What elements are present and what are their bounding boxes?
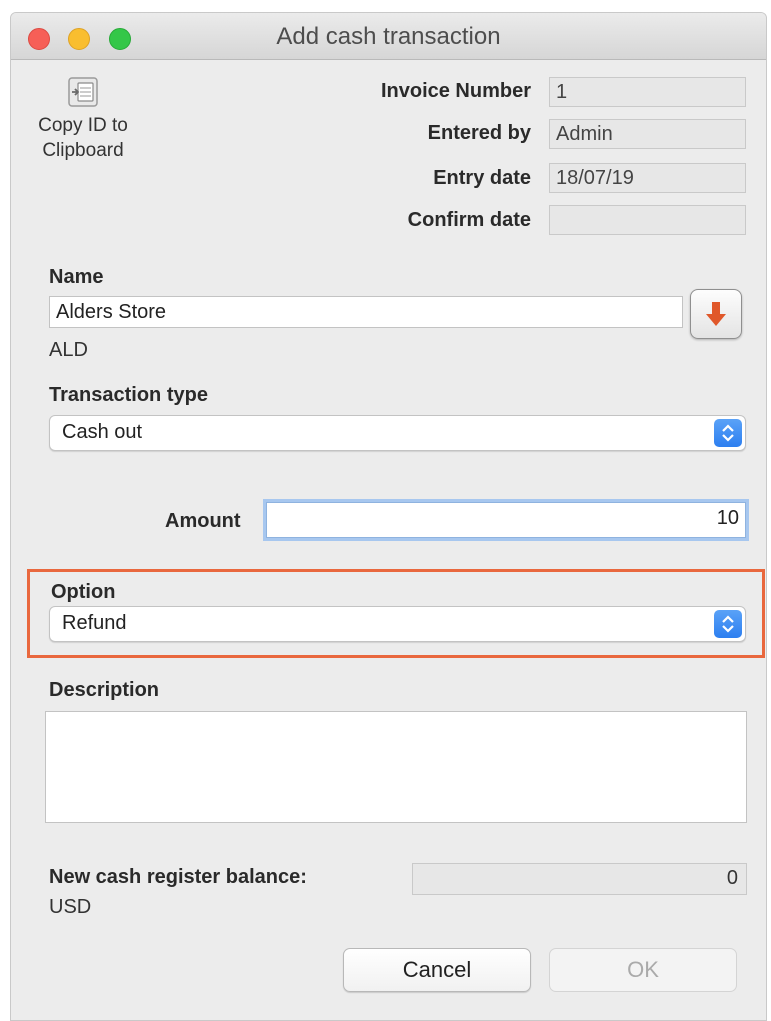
new-balance-label: New cash register balance: (49, 866, 307, 888)
new-balance-field: 0 (412, 863, 747, 895)
amount-input[interactable]: 10 (266, 502, 746, 538)
name-label: Name (49, 266, 104, 288)
name-input[interactable]: Alders Store (49, 296, 683, 328)
entry-date-label: Entry date (433, 167, 531, 189)
description-textarea[interactable] (45, 711, 747, 823)
updown-chevron-icon (714, 419, 742, 447)
name-code: ALD (49, 339, 88, 361)
down-arrow-icon (706, 302, 726, 326)
transaction-type-label: Transaction type (49, 384, 208, 406)
copy-id-button[interactable]: Copy ID to Clipboard (25, 75, 141, 163)
title-bar: Add cash transaction (11, 13, 766, 60)
copy-id-label-line2: Clipboard (42, 140, 124, 161)
currency-label: USD (49, 896, 92, 918)
invoice-number-label: Invoice Number (380, 80, 531, 102)
ok-button[interactable]: OK (549, 948, 737, 992)
confirm-date-field (549, 205, 746, 235)
name-lookup-button[interactable] (690, 289, 742, 339)
description-label: Description (49, 679, 160, 701)
copy-clipboard-icon (68, 77, 98, 107)
cancel-button[interactable]: Cancel (343, 948, 531, 992)
transaction-type-value: Cash out (62, 421, 143, 443)
option-value: Refund (62, 612, 127, 634)
confirm-date-label: Confirm date (407, 209, 531, 231)
entry-date-field: 18/07/19 (549, 163, 746, 193)
entered-by-label: Entered by (427, 122, 531, 144)
amount-label: Amount (165, 510, 241, 532)
copy-id-label-line1: Copy ID to (38, 115, 128, 136)
window-title: Add cash transaction (276, 23, 501, 50)
add-cash-transaction-dialog: Add cash transaction Copy ID to Clipboar… (10, 12, 767, 1021)
updown-chevron-icon (714, 610, 742, 638)
transaction-type-select[interactable]: Cash out (49, 415, 746, 451)
invoice-number-field: 1 (549, 77, 746, 107)
entered-by-field: Admin (549, 119, 746, 149)
option-select[interactable]: Refund (49, 606, 746, 642)
option-label: Option (51, 581, 116, 603)
